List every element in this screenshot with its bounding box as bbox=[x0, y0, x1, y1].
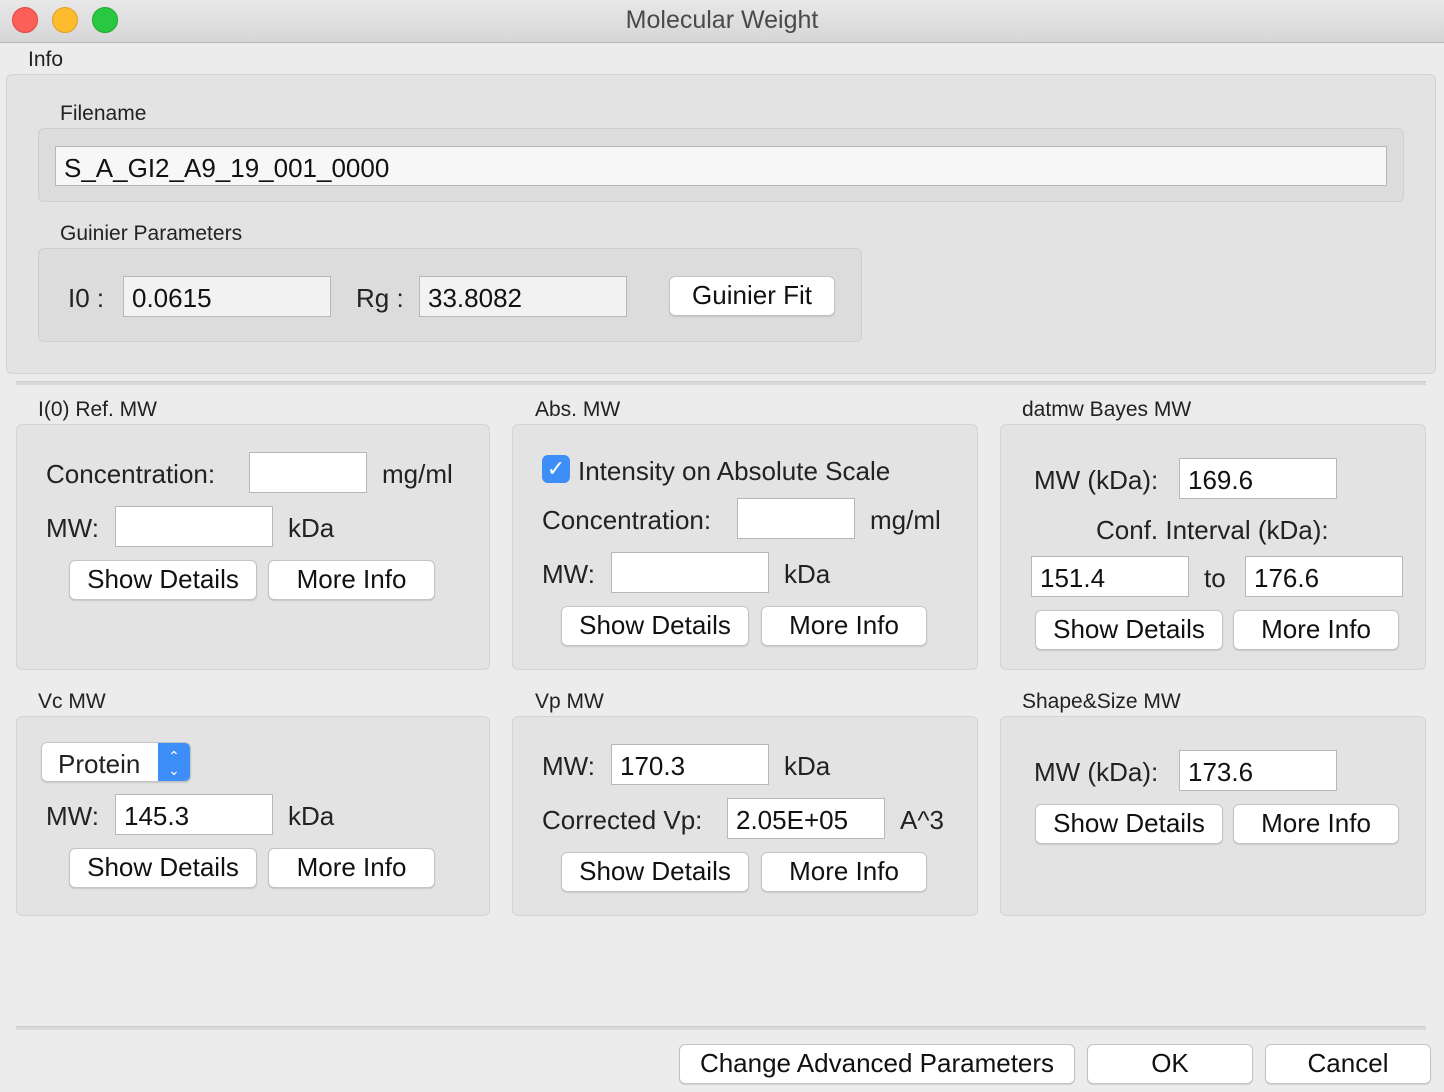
abs-mw-unit: kDa bbox=[784, 559, 831, 589]
conf-interval-low-field[interactable]: 151.4 bbox=[1031, 556, 1189, 597]
guinier-parameters-label: Guinier Parameters bbox=[60, 222, 243, 245]
shape-size-mw-label: MW (kDa): bbox=[1034, 757, 1159, 787]
abs-concentration-unit: mg/ml bbox=[870, 505, 941, 535]
datmw-mw-field[interactable]: 169.6 bbox=[1179, 458, 1337, 499]
vp-mw-label: MW: bbox=[542, 751, 595, 781]
corrected-vp-field[interactable]: 2.05E+05 bbox=[727, 798, 885, 839]
filename-field[interactable]: S_A_GI2_A9_19_001_0000 bbox=[55, 146, 1387, 186]
vp-title: Vp MW bbox=[535, 690, 604, 713]
i0-ref-mw-field[interactable] bbox=[115, 506, 273, 547]
shape-size-title: Shape&Size MW bbox=[1022, 690, 1181, 713]
vc-title: Vc MW bbox=[38, 690, 106, 713]
shape-size-more-info-button[interactable]: More Info bbox=[1233, 804, 1399, 844]
vc-type-select[interactable]: Protein ⌃ ⌄ bbox=[41, 742, 191, 782]
i0-label: I0 : bbox=[68, 283, 105, 313]
i0-ref-title: I(0) Ref. MW bbox=[38, 398, 157, 421]
corrected-vp-label: Corrected Vp: bbox=[542, 805, 703, 835]
conf-interval-to-label: to bbox=[1204, 563, 1226, 593]
i0-ref-concentration-field[interactable] bbox=[249, 452, 367, 493]
i0-ref-more-info-button[interactable]: More Info bbox=[268, 560, 435, 600]
conf-interval-label: Conf. Interval (kDa): bbox=[1096, 515, 1329, 545]
i0-ref-show-details-button[interactable]: Show Details bbox=[69, 560, 257, 600]
up-down-chevron-icon: ⌃ ⌄ bbox=[158, 743, 190, 781]
abs-concentration-label: Concentration: bbox=[542, 505, 712, 535]
rg-field[interactable]: 33.8082 bbox=[419, 276, 627, 317]
i0-field[interactable]: 0.0615 bbox=[123, 276, 331, 317]
abs-concentration-field[interactable] bbox=[737, 498, 855, 539]
vc-mw-unit: kDa bbox=[288, 801, 335, 831]
abs-title: Abs. MW bbox=[535, 398, 621, 421]
abs-mw-label: MW: bbox=[542, 559, 595, 589]
vc-mw-label: MW: bbox=[46, 801, 99, 831]
abs-more-info-button[interactable]: More Info bbox=[761, 606, 927, 646]
change-advanced-parameters-button[interactable]: Change Advanced Parameters bbox=[679, 1044, 1075, 1084]
i0-ref-mw-label: MW: bbox=[46, 513, 99, 543]
guinier-fit-button[interactable]: Guinier Fit bbox=[669, 276, 835, 316]
absolute-scale-checkbox[interactable]: ✓ bbox=[542, 455, 570, 483]
window-title: Molecular Weight bbox=[625, 6, 819, 34]
conf-interval-high-field[interactable]: 176.6 bbox=[1245, 556, 1403, 597]
checkmark-icon: ✓ bbox=[546, 456, 566, 481]
shape-size-show-details-button[interactable]: Show Details bbox=[1035, 804, 1223, 844]
rg-label: Rg : bbox=[356, 283, 404, 313]
info-section-label: Info bbox=[28, 48, 64, 71]
vp-mw-unit: kDa bbox=[784, 751, 831, 781]
separator-bottom bbox=[16, 1026, 1426, 1030]
filename-label: Filename bbox=[60, 102, 147, 125]
corrected-vp-unit: A^3 bbox=[900, 805, 945, 835]
datmw-title: datmw Bayes MW bbox=[1022, 398, 1192, 421]
datmw-show-details-button[interactable]: Show Details bbox=[1035, 610, 1223, 650]
title-bar: Molecular Weight bbox=[0, 0, 1444, 43]
absolute-scale-label: Intensity on Absolute Scale bbox=[578, 456, 891, 486]
datmw-more-info-button[interactable]: More Info bbox=[1233, 610, 1399, 650]
ok-button[interactable]: OK bbox=[1087, 1044, 1253, 1084]
i0-ref-concentration-unit: mg/ml bbox=[382, 459, 453, 489]
vp-more-info-button[interactable]: More Info bbox=[761, 852, 927, 892]
vc-more-info-button[interactable]: More Info bbox=[268, 848, 435, 888]
abs-mw-field[interactable] bbox=[611, 552, 769, 593]
separator-top bbox=[16, 381, 1426, 385]
datmw-mw-label: MW (kDa): bbox=[1034, 465, 1159, 495]
vc-show-details-button[interactable]: Show Details bbox=[69, 848, 257, 888]
vc-mw-field[interactable]: 145.3 bbox=[115, 794, 273, 835]
vc-type-select-value: Protein bbox=[58, 749, 141, 779]
abs-show-details-button[interactable]: Show Details bbox=[561, 606, 749, 646]
vp-show-details-button[interactable]: Show Details bbox=[561, 852, 749, 892]
i0-ref-concentration-label: Concentration: bbox=[46, 459, 216, 489]
shape-size-mw-field[interactable]: 173.6 bbox=[1179, 750, 1337, 791]
cancel-button[interactable]: Cancel bbox=[1265, 1044, 1431, 1084]
vp-mw-field[interactable]: 170.3 bbox=[611, 744, 769, 785]
i0-ref-mw-unit: kDa bbox=[288, 513, 335, 543]
